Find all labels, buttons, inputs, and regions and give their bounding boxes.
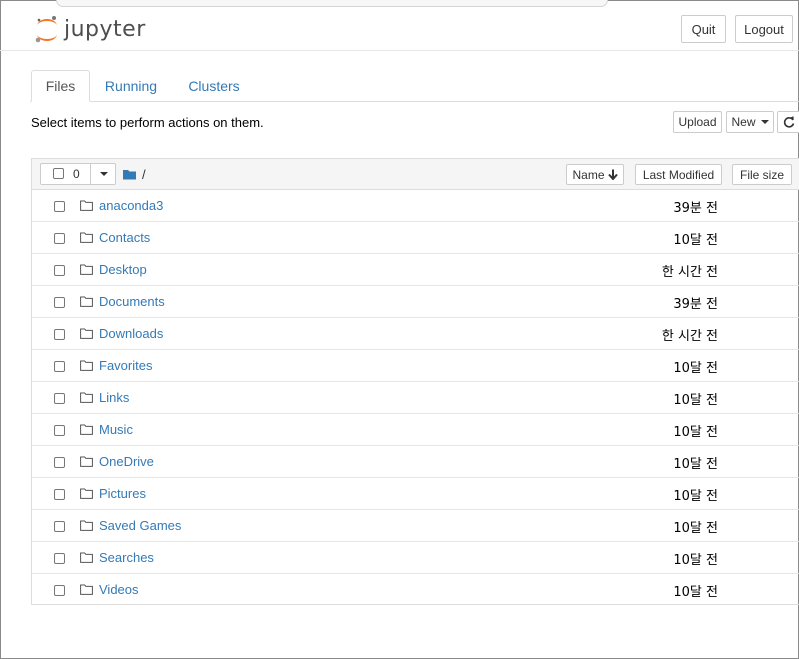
- new-dropdown-button[interactable]: New: [726, 111, 774, 133]
- folder-icon: [80, 455, 93, 470]
- upload-button[interactable]: Upload: [673, 111, 722, 133]
- breadcrumb[interactable]: /: [123, 167, 146, 182]
- arrow-down-icon: [607, 169, 618, 180]
- item-modified: 10달 전: [673, 457, 718, 472]
- sort-by-modified-button[interactable]: Last Modified: [635, 164, 722, 185]
- select-all-checkbox[interactable]: [53, 168, 64, 179]
- tab-running[interactable]: Running: [96, 70, 166, 101]
- folder-icon: [80, 487, 93, 502]
- item-modified: 39분 전: [673, 297, 718, 312]
- item-checkbox[interactable]: [54, 393, 65, 404]
- item-checkbox[interactable]: [54, 585, 65, 596]
- item-modified: 10달 전: [673, 521, 718, 536]
- sort-name-label: Name: [572, 167, 605, 182]
- folder-icon: [123, 170, 136, 180]
- list-item[interactable]: Music 10달 전: [32, 414, 799, 446]
- list-item[interactable]: OneDrive 10달 전: [32, 446, 799, 478]
- item-modified: 한 시간 전: [661, 329, 718, 344]
- item-modified: 한 시간 전: [661, 265, 718, 280]
- list-item[interactable]: Downloads 한 시간 전: [32, 318, 799, 350]
- new-label: New: [731, 115, 756, 129]
- file-list: 0 / Name Last Modified File size anacond…: [31, 158, 799, 605]
- item-name-link[interactable]: Saved Games: [99, 518, 181, 533]
- item-name-link[interactable]: Favorites: [99, 358, 152, 373]
- caret-down-icon: [99, 172, 108, 176]
- list-item[interactable]: Links 10달 전: [32, 382, 799, 414]
- list-item[interactable]: Desktop 한 시간 전: [32, 254, 799, 286]
- item-name-link[interactable]: anaconda3: [99, 198, 163, 213]
- item-checkbox[interactable]: [54, 233, 65, 244]
- item-checkbox[interactable]: [54, 297, 65, 308]
- folder-icon: [80, 295, 93, 310]
- refresh-button[interactable]: [777, 111, 799, 133]
- list-item[interactable]: Searches 10달 전: [32, 542, 799, 574]
- item-name-link[interactable]: Desktop: [99, 262, 147, 277]
- list-item[interactable]: Saved Games 10달 전: [32, 510, 799, 542]
- folder-icon: [80, 327, 93, 342]
- selection-dropdown[interactable]: [90, 164, 116, 184]
- breadcrumb-root[interactable]: /: [142, 167, 146, 182]
- item-name-link[interactable]: Downloads: [99, 326, 163, 341]
- selection-instructions: Select items to perform actions on them.: [31, 115, 264, 130]
- folder-icon: [80, 423, 93, 438]
- item-checkbox[interactable]: [54, 425, 65, 436]
- folder-icon: [80, 519, 93, 534]
- item-name-link[interactable]: Pictures: [99, 486, 146, 501]
- tab-files[interactable]: Files: [31, 70, 90, 102]
- folder-icon: [80, 263, 93, 278]
- list-item[interactable]: anaconda3 39분 전: [32, 190, 799, 222]
- item-modified: 10달 전: [673, 553, 718, 568]
- folder-icon: [80, 583, 93, 598]
- item-name-link[interactable]: Videos: [99, 582, 139, 597]
- tab-bar: Files Running Clusters: [30, 70, 799, 102]
- list-item[interactable]: Videos 10달 전: [32, 574, 799, 606]
- item-checkbox[interactable]: [54, 265, 65, 276]
- sort-by-size-button[interactable]: File size: [732, 164, 792, 185]
- item-checkbox[interactable]: [54, 201, 65, 212]
- logo-text: jupyter: [64, 16, 146, 42]
- item-checkbox[interactable]: [54, 521, 65, 532]
- refresh-icon: [783, 116, 795, 128]
- list-item[interactable]: Pictures 10달 전: [32, 478, 799, 510]
- logout-button[interactable]: Logout: [735, 15, 793, 43]
- item-checkbox[interactable]: [54, 329, 65, 340]
- item-name-link[interactable]: Links: [99, 390, 129, 405]
- quit-button[interactable]: Quit: [681, 15, 726, 43]
- item-modified: 10달 전: [673, 425, 718, 440]
- list-item[interactable]: Documents 39분 전: [32, 286, 799, 318]
- jupyter-logo[interactable]: jupyter: [34, 14, 146, 44]
- list-item[interactable]: Favorites 10달 전: [32, 350, 799, 382]
- header: jupyter Quit Logout: [0, 0, 799, 51]
- item-modified: 39분 전: [673, 201, 718, 216]
- item-modified: 10달 전: [673, 361, 718, 376]
- sort-by-name-button[interactable]: Name: [566, 164, 624, 185]
- file-list-header: 0 / Name Last Modified File size: [32, 159, 799, 190]
- item-checkbox[interactable]: [54, 361, 65, 372]
- item-checkbox[interactable]: [54, 489, 65, 500]
- tab-clusters[interactable]: Clusters: [180, 70, 248, 101]
- item-name-link[interactable]: Searches: [99, 550, 154, 565]
- caret-down-icon: [760, 120, 769, 124]
- item-modified: 10달 전: [673, 233, 718, 248]
- select-all-group: 0: [40, 163, 116, 185]
- folder-icon: [80, 551, 93, 566]
- folder-icon: [80, 391, 93, 406]
- item-modified: 10달 전: [673, 585, 718, 600]
- jupyter-logo-icon: [35, 16, 57, 43]
- item-modified: 10달 전: [673, 489, 718, 504]
- item-checkbox[interactable]: [54, 457, 65, 468]
- item-name-link[interactable]: OneDrive: [99, 454, 154, 469]
- folder-icon: [80, 199, 93, 214]
- selected-count: 0: [73, 167, 80, 181]
- folder-icon: [80, 231, 93, 246]
- item-modified: 10달 전: [673, 393, 718, 408]
- item-name-link[interactable]: Documents: [99, 294, 165, 309]
- item-name-link[interactable]: Music: [99, 422, 133, 437]
- item-checkbox[interactable]: [54, 553, 65, 564]
- item-name-link[interactable]: Contacts: [99, 230, 150, 245]
- folder-icon: [80, 359, 93, 374]
- list-item[interactable]: Contacts 10달 전: [32, 222, 799, 254]
